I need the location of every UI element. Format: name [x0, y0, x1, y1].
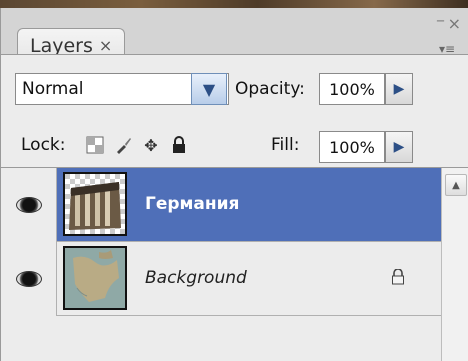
opacity-field[interactable]: 100%: [319, 73, 385, 105]
lock-all-icon[interactable]: [167, 133, 191, 157]
lock-position-move-icon[interactable]: ✥: [139, 133, 163, 157]
layer-lock-icon: [387, 266, 409, 288]
layer-name[interactable]: Германия: [145, 194, 239, 214]
layer-name[interactable]: Background: [145, 268, 247, 288]
blend-opacity-row: Normal ▼ Opacity: 100% ▶: [1, 55, 468, 105]
panel-body: Normal ▼ Opacity: 100% ▶ Lock: ✥ Fill: 1: [1, 54, 468, 361]
layers-panel: Layers × – × ▾≡ Normal ▼ Opacity: 100% ▶…: [0, 8, 468, 361]
eye-icon: [15, 197, 42, 213]
fill-label: Fill:: [271, 135, 300, 155]
close-icon[interactable]: ×: [448, 14, 461, 33]
lock-transparent-pixels-icon[interactable]: [83, 133, 107, 157]
layers-scrollbar[interactable]: ▲: [441, 168, 468, 361]
opacity-value: 100%: [329, 79, 375, 99]
panel-tabbar: Layers × – × ▾≡: [1, 8, 468, 62]
scroll-up-icon[interactable]: ▲: [445, 174, 467, 196]
opacity-slider-arrow-icon[interactable]: ▶: [385, 73, 413, 105]
fill-value: 100%: [329, 137, 375, 157]
layer-row-background[interactable]: Background: [1, 242, 441, 316]
tab-close-icon[interactable]: ×: [99, 36, 112, 55]
blend-mode-value: Normal: [22, 79, 84, 99]
visibility-toggle[interactable]: [1, 242, 57, 316]
background-photo-strip: [0, 0, 468, 8]
layer-thumbnail-background: [63, 246, 127, 310]
layer-row-germany[interactable]: Германия: [1, 168, 441, 242]
lock-image-pixels-brush-icon[interactable]: [111, 133, 135, 157]
visibility-toggle[interactable]: [1, 168, 57, 242]
fill-slider-arrow-icon[interactable]: ▶: [385, 131, 413, 163]
opacity-label: Opacity:: [235, 79, 305, 99]
eye-icon: [15, 271, 42, 287]
layer-thumbnail-germany: [63, 172, 127, 236]
layers-list: Германия Background ▲: [1, 167, 468, 361]
lock-label: Lock:: [21, 135, 66, 155]
fill-field[interactable]: 100%: [319, 131, 385, 163]
blend-dropdown-chevron-icon[interactable]: ▼: [191, 73, 227, 105]
lock-fill-row: Lock: ✥ Fill: 100% ▶: [1, 115, 468, 163]
minimize-icon[interactable]: –: [436, 10, 445, 31]
